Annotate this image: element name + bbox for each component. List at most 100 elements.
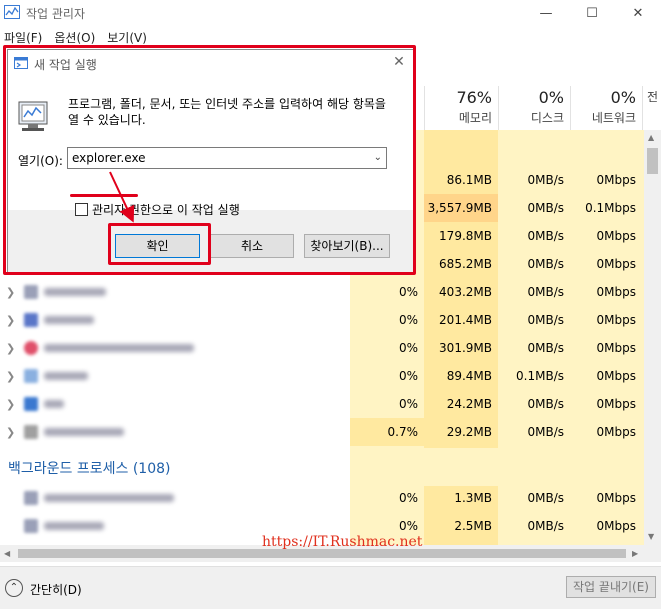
memory-cell: 29.2MB [446, 425, 492, 439]
scroll-down-icon[interactable]: ▼ [648, 532, 654, 541]
expand-chevron-icon[interactable]: ❯ [6, 342, 15, 355]
network-label: 네트워크 [591, 111, 636, 125]
browse-button[interactable]: 찾아보기(B)... [304, 234, 390, 258]
app-icon [24, 519, 38, 533]
process-name-blurred [44, 522, 104, 530]
disk-cell: 0MB/s [527, 229, 564, 243]
process-name-blurred [44, 494, 174, 502]
vertical-scrollbar[interactable]: ▲ ▼ [644, 130, 661, 545]
memory-cell: 2.5MB [454, 519, 492, 533]
process-name-blurred [44, 288, 106, 296]
network-cell: 0Mbps [596, 397, 636, 411]
table-row[interactable]: ❯ 0% 24.2MB 0MB/s 0Mbps [0, 390, 644, 418]
open-combobox[interactable]: explorer.exe ⌄ [67, 147, 387, 169]
process-name-blurred [44, 428, 124, 436]
run-new-task-dialog: 새 작업 실행 ✕ 프로그램, 폴더, 문서, 또는 인터넷 주소를 입력하여 … [7, 49, 414, 273]
cpu-cell: 0.7% [350, 418, 424, 446]
table-row[interactable]: ❯ 0.7% 29.2MB 0MB/s 0Mbps [0, 418, 644, 446]
open-label: 열기(O): [18, 154, 63, 168]
table-row[interactable]: ❯ 0% 89.4MB 0.1MB/s 0Mbps [0, 362, 644, 390]
expand-chevron-icon[interactable]: ❯ [6, 370, 15, 383]
table-row[interactable]: 0% 1.3MB 0MB/s 0Mbps [0, 484, 644, 512]
dialog-close-icon[interactable]: ✕ [389, 54, 409, 74]
memory-cell: 3,557.9MB [424, 194, 498, 222]
ok-button[interactable]: 확인 [115, 234, 200, 258]
fewer-details-button[interactable]: 간단히(D) [30, 581, 82, 598]
menu-view[interactable]: 보기(V) [103, 26, 155, 46]
table-row[interactable]: ❯ 0% 403.2MB 0MB/s 0Mbps [0, 278, 644, 306]
disk-cell: 0MB/s [527, 341, 564, 355]
power-label: 전 [647, 90, 659, 104]
memory-cell: 685.2MB [439, 257, 492, 271]
expand-chevron-icon[interactable]: ❯ [6, 398, 15, 411]
background-processes-title[interactable]: 백그라운드 프로세스 (108) [8, 458, 170, 478]
open-input[interactable]: explorer.exe [72, 151, 146, 165]
memory-cell: 89.4MB [446, 369, 492, 383]
memory-cell: 403.2MB [439, 285, 492, 299]
network-percent: 0% [610, 88, 636, 107]
column-network[interactable]: 0% 네트워크 [570, 86, 642, 130]
scroll-right-icon[interactable]: ▶ [632, 549, 638, 558]
network-cell: 0Mbps [596, 173, 636, 187]
minimize-button[interactable]: — [523, 0, 569, 26]
cpu-cell: 0% [398, 397, 418, 411]
admin-checkbox-label[interactable]: 관리자 권한으로 이 작업 실행 [92, 201, 240, 218]
cpu-cell: 0% [398, 341, 418, 355]
horizontal-scroll-thumb[interactable] [18, 549, 626, 558]
disk-cell: 0MB/s [527, 313, 564, 327]
memory-cell: 86.1MB [446, 173, 492, 187]
column-memory[interactable]: 76% 메모리 [424, 86, 498, 130]
disk-cell: 0MB/s [527, 285, 564, 299]
watermark: https://IT.Rushmac.net [262, 534, 423, 550]
chevron-down-icon[interactable]: ⌄ [374, 152, 382, 163]
network-cell: 0Mbps [596, 257, 636, 271]
app-icon [24, 491, 38, 505]
end-task-button[interactable]: 작업 끝내기(E) [566, 576, 656, 598]
memory-cell: 179.8MB [439, 229, 492, 243]
maximize-button[interactable]: ☐ [569, 0, 615, 26]
memory-cell: 1.3MB [454, 491, 492, 505]
disk-cell: 0MB/s [527, 519, 564, 533]
network-cell: 0Mbps [596, 369, 636, 383]
menu-bar: 파일(F) 옵션(O) 보기(V) [0, 26, 661, 46]
admin-checkbox[interactable] [75, 203, 88, 216]
scroll-left-icon[interactable]: ◀ [4, 549, 10, 558]
column-disk[interactable]: 0% 디스크 [498, 86, 570, 130]
cpu-cell: 0% [398, 491, 418, 505]
network-cell: 0Mbps [596, 491, 636, 505]
cpu-cell: 0% [398, 313, 418, 327]
dialog-title: 새 작업 실행 [34, 58, 97, 72]
network-cell: 0Mbps [596, 285, 636, 299]
disk-percent: 0% [538, 88, 564, 107]
network-cell: 0Mbps [596, 229, 636, 243]
cancel-button[interactable]: 취소 [210, 234, 294, 258]
process-name-blurred [44, 400, 64, 408]
computer-icon [18, 101, 48, 131]
column-power[interactable]: 전 [642, 86, 661, 130]
table-row[interactable]: ❯ 0% 201.4MB 0MB/s 0Mbps [0, 306, 644, 334]
chevron-up-icon[interactable]: ⌃ [5, 579, 23, 597]
scroll-up-icon[interactable]: ▲ [648, 133, 654, 142]
dialog-description: 프로그램, 폴더, 문서, 또는 인터넷 주소를 입력하여 해당 항목을 열 수… [68, 97, 386, 127]
expand-chevron-icon[interactable]: ❯ [6, 426, 15, 439]
scroll-corner [644, 545, 661, 562]
expand-chevron-icon[interactable]: ❯ [6, 286, 15, 299]
process-name-blurred [44, 316, 94, 324]
table-row[interactable]: ❯ 0% 301.9MB 0MB/s 0Mbps [0, 334, 644, 362]
cpu-cell: 0% [398, 369, 418, 383]
app-icon [24, 369, 38, 383]
menu-options[interactable]: 옵션(O) [50, 26, 103, 46]
disk-cell: 0MB/s [527, 257, 564, 271]
memory-cell: 301.9MB [439, 341, 492, 355]
vertical-scroll-thumb[interactable] [647, 148, 658, 174]
app-icon [24, 397, 38, 411]
expand-chevron-icon[interactable]: ❯ [6, 314, 15, 327]
input-underline-mark [70, 194, 138, 197]
footer-bar: ⌃ 간단히(D) 작업 끝내기(E) [0, 566, 661, 609]
disk-cell: 0.1MB/s [516, 369, 564, 383]
network-cell: 0Mbps [596, 313, 636, 327]
close-button[interactable]: ✕ [615, 0, 661, 26]
menu-file[interactable]: 파일(F) [0, 26, 50, 46]
network-cell: 0.1Mbps [585, 201, 636, 215]
process-name-blurred [44, 344, 194, 352]
